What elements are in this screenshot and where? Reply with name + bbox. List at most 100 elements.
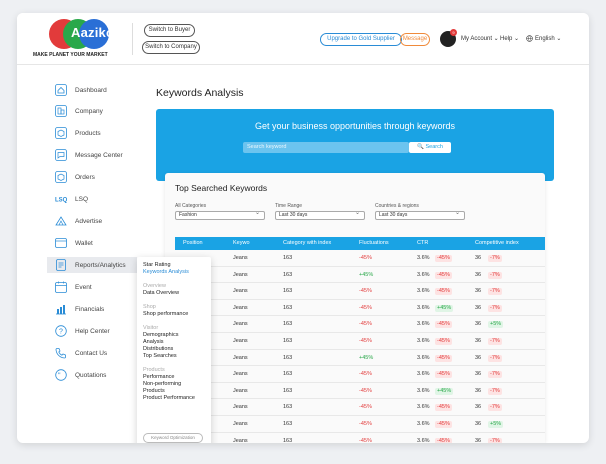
language-menu[interactable]: English ⌄: [535, 35, 561, 42]
submenu-top-searches[interactable]: Top Searches: [143, 353, 205, 360]
switch-to-buyer-button[interactable]: Switch to Buyer: [144, 24, 195, 37]
sidebar-item-label: Event: [75, 283, 92, 291]
filter-label: Time Range: [275, 203, 303, 209]
sidebar-item-dashboard[interactable]: Dashboard: [55, 82, 107, 98]
ctr-cell: 3.6%: [417, 404, 430, 411]
keyword-optimization-button[interactable]: Keyword Optimization: [143, 433, 203, 443]
sidebar-item-label: Reports/Analytics: [75, 261, 126, 269]
keyword-cell: Jeans: [233, 288, 248, 295]
time-range-select[interactable]: Last 30 days: [275, 210, 365, 220]
sidebar-item-products[interactable]: Products: [55, 125, 101, 141]
ctr-cell: 3.6%: [417, 387, 430, 394]
submenu-performance[interactable]: Performance: [143, 374, 205, 381]
category-select[interactable]: Fashion: [175, 210, 265, 220]
table-row[interactable]: Jeans 163 -45% 3.6% -45% 36 +5%: [175, 316, 545, 333]
sidebar-item-reports-analytics[interactable]: Reports/Analytics: [47, 257, 137, 273]
sidebar-item-help-center[interactable]: ? Help Center: [55, 323, 110, 339]
brand-tagline: MAKE PLANET YOUR MARKET: [33, 52, 108, 58]
submenu-shop-performance[interactable]: Shop performance: [143, 311, 205, 318]
table-row[interactable]: Jeans 163 -45% 3.6% -45% 36 -7%: [175, 250, 545, 267]
wallet-icon: [55, 237, 67, 249]
switch-to-company-button[interactable]: Switch to Company: [142, 41, 200, 54]
reports-submenu: Star Rating Keywords Analysis Overview D…: [137, 257, 211, 443]
table-row[interactable]: Jeans 163 +45% 3.6% -45% 36 -7%: [175, 266, 545, 284]
table-row[interactable]: Jeans 163 -45% 3.6% -45% 36 +5%: [175, 415, 545, 433]
countries-select[interactable]: Last 30 days: [375, 210, 465, 220]
submenu-distributions[interactable]: Distributions: [143, 346, 205, 353]
aaziko-logo[interactable]: Aaziko MAKE PLANET YOUR MARKET: [33, 19, 129, 59]
chart-icon: [55, 303, 67, 315]
competitive-index-cell: 36: [475, 404, 482, 411]
help-menu[interactable]: Help ⌄: [500, 35, 519, 42]
table-row[interactable]: Jeans 163 -45% 3.6% -45% 36 -7%: [175, 432, 545, 443]
sidebar-item-event[interactable]: Event: [55, 279, 92, 295]
time-range-filter: Time Range Last 30 days: [275, 203, 365, 220]
competitive-index-cell: 36: [475, 288, 482, 295]
category-index-cell: 163: [283, 354, 293, 361]
competitive-index-cell: 36: [475, 321, 482, 328]
ctr-change-badge: -45%: [435, 288, 452, 296]
table-body: Jeans 163 -45% 3.6% -45% 36 -7% Jeans 163 +45% 3.6…: [175, 250, 545, 443]
table-row[interactable]: Jeans 163 -45% 3.6% +45% 36 -7%: [175, 382, 545, 400]
column-header[interactable]: Fluctuations: [359, 240, 389, 246]
ctr-change-badge: +45%: [435, 304, 454, 312]
fluctuation-cell: -45%: [359, 437, 372, 443]
table-row[interactable]: Jeans 163 -45% 3.6% +45% 36 -7%: [175, 299, 545, 317]
keyword-search-input[interactable]: Search keyword: [243, 142, 409, 153]
svg-text:?: ?: [59, 329, 63, 336]
submenu-analysis[interactable]: Analysis: [143, 339, 205, 346]
sidebar-item-orders[interactable]: Orders: [55, 169, 95, 185]
column-header[interactable]: Keywo: [233, 240, 250, 246]
table-row[interactable]: Jeans 163 +45% 3.6% -45% 36 -7%: [175, 349, 545, 367]
table-row[interactable]: Jeans 163 -45% 3.6% -45% 36 -7%: [175, 366, 545, 383]
sidebar-item-message-center[interactable]: Message Center: [55, 147, 123, 163]
category-index-cell: 163: [283, 255, 293, 261]
ctr-cell: 3.6%: [417, 271, 430, 278]
app-window: Aaziko MAKE PLANET YOUR MARKET Switch to…: [17, 13, 589, 443]
submenu-non-performing[interactable]: Non-performing: [143, 381, 205, 388]
submenu-keywords-analysis[interactable]: Keywords Analysis: [143, 269, 205, 276]
column-header[interactable]: Competitive index: [475, 240, 519, 246]
ctr-cell: 3.6%: [417, 420, 430, 427]
sidebar-item-wallet[interactable]: Wallet: [55, 235, 93, 251]
competitive-index-cell: 36: [475, 420, 482, 427]
submenu-products[interactable]: Products: [143, 388, 205, 395]
competitive-index-cell: 36: [475, 371, 482, 378]
keyword-cell: Jeans: [233, 420, 248, 427]
sidebar-item-lsq[interactable]: LSQ LSQ: [55, 191, 88, 207]
submenu-product-performance[interactable]: Product Performance: [143, 395, 205, 402]
sidebar-item-contact-us[interactable]: Contact Us: [55, 345, 107, 361]
message-button[interactable]: Message: [400, 33, 430, 46]
sidebar-item-label: Products: [75, 129, 101, 137]
sidebar-item-quotations[interactable]: " Quotations: [55, 367, 106, 383]
table-row[interactable]: Jeans 163 -45% 3.6% -45% 36 -7%: [175, 399, 545, 416]
submenu-data-overview[interactable]: Data Overview: [143, 290, 205, 297]
table-row[interactable]: Jeans 163 -45% 3.6% -45% 36 -7%: [175, 332, 545, 350]
sidebar-item-company[interactable]: Company: [55, 103, 103, 119]
ctr-cell: 3.6%: [417, 337, 430, 344]
upgrade-gold-button[interactable]: Upgrade to Gold Supplier: [320, 33, 402, 46]
submenu-group-products: Products: [143, 367, 165, 373]
submenu-demographics[interactable]: Demographics: [143, 332, 205, 339]
category-index-cell: 163: [283, 304, 293, 311]
column-header[interactable]: CTR: [417, 240, 428, 246]
ctr-cell: 3.6%: [417, 371, 430, 378]
sidebar-item-financials[interactable]: Financials: [55, 301, 104, 317]
home-icon: [55, 84, 67, 96]
keyword-cell: Jeans: [233, 404, 248, 411]
search-button[interactable]: 🔍 Search: [409, 142, 451, 153]
submenu-star-rating[interactable]: Star Rating: [143, 262, 205, 269]
table-row[interactable]: Jeans 163 -45% 3.6% -45% 36 -7%: [175, 283, 545, 300]
column-header[interactable]: Position: [183, 240, 203, 246]
box-icon: [55, 127, 67, 139]
competitive-index-cell: 36: [475, 387, 482, 394]
globe-icon[interactable]: [526, 35, 533, 43]
search-banner: Get your business opportunities through …: [156, 109, 554, 181]
column-header[interactable]: Category with index: [283, 240, 331, 246]
sidebar: Dashboard Company Products Message Cente…: [17, 66, 137, 443]
my-account-menu[interactable]: My Account ⌄: [461, 35, 499, 42]
sidebar-item-advertise[interactable]: Advertise: [55, 213, 102, 229]
sidebar-item-label: Orders: [75, 173, 95, 181]
calendar-icon: [55, 281, 67, 293]
fluctuation-cell: -45%: [359, 321, 372, 328]
